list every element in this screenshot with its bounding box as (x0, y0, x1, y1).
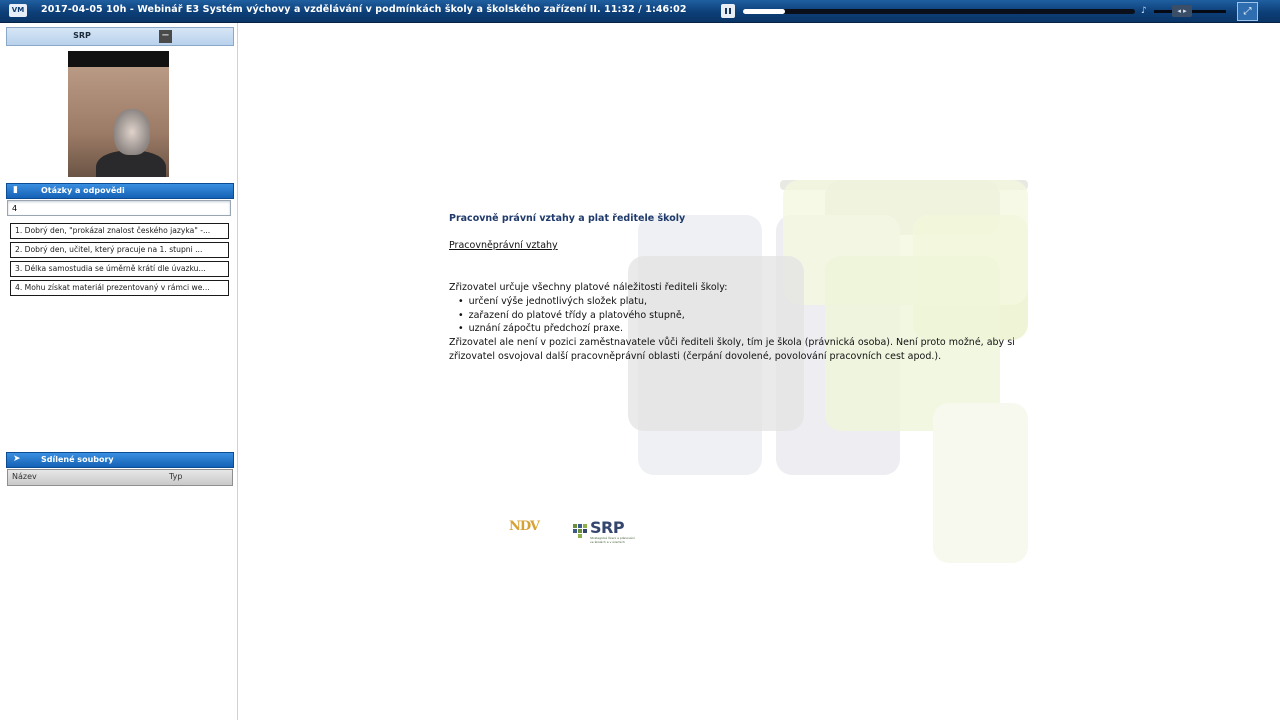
files-panel-header[interactable]: ➤ Sdílené soubory (6, 452, 234, 468)
srp-logo-subtitle: Strategické řízení a plánování ve školác… (590, 536, 635, 544)
slide-decoration (933, 403, 1028, 563)
seek-progress (743, 9, 786, 14)
srp-logo-mark (578, 524, 582, 528)
video-presenter-head (114, 109, 150, 155)
srp-logo-mark (578, 529, 582, 533)
column-name[interactable]: Název (12, 472, 37, 481)
column-type[interactable]: Typ (169, 472, 182, 481)
volume-knob[interactable]: ◂ ▸ (1172, 5, 1192, 17)
slide-paragraph: Zřizovatel ale není v pozici zaměstnavat… (449, 337, 1015, 362)
srp-logo-mark (578, 534, 582, 538)
player-toolbar: VM 2017-04-05 10h - Webinář E3 Systém vý… (0, 0, 1280, 23)
srp-logo-mark (573, 529, 577, 533)
fullscreen-button[interactable]: ⤢ (1237, 2, 1258, 21)
left-sidebar: SRP − ▮ Otázky a odpovědi 4 1. Dobrý den… (0, 23, 238, 720)
srp-logo-mark (583, 529, 587, 533)
presenter-video (68, 51, 169, 177)
files-panel-title: Sdílené soubory (41, 455, 114, 464)
webinar-title: 2017-04-05 10h - Webinář E3 Systém výcho… (41, 4, 687, 15)
question-item[interactable]: 3. Délka samostudia se úměrně krátí dle … (10, 261, 229, 277)
ndv-logo: NDV (509, 519, 543, 545)
question-item[interactable]: 1. Dobrý den, "prokázal znalost českého … (10, 223, 229, 239)
fullscreen-icon: ⤢ (1243, 6, 1252, 17)
presenter-panel-title: SRP (73, 31, 91, 40)
share-icon: ➤ (13, 454, 21, 464)
speaker-icon[interactable]: ♪ (1141, 6, 1151, 16)
files-table-header: Název Typ (7, 469, 233, 486)
ndv-logo-text: NDV (509, 519, 540, 534)
slide-title: Pracovně právní vztahy a plat ředitele š… (449, 213, 686, 224)
srp-logo: SRP Strategické řízení a plánování ve šk… (573, 518, 635, 548)
slide-intro: Zřizovatel určuje všechny platové náleži… (449, 282, 728, 293)
presenter-panel-header: SRP − (6, 27, 234, 46)
srp-logo-mark (583, 524, 587, 528)
question-list: 1. Dobrý den, "prokázal znalost českého … (10, 223, 229, 299)
speech-bubble-icon: ▮ (13, 185, 18, 195)
question-item[interactable]: 2. Dobrý den, učitel, který pracuje na 1… (10, 242, 229, 258)
slide-bullet-list: určení výše jednotlivých složek platu, z… (458, 295, 685, 336)
minimize-button[interactable]: − (159, 30, 172, 43)
srp-logo-mark (573, 524, 577, 528)
srp-logo-text: SRP (590, 518, 625, 537)
question-input[interactable]: 4 (7, 200, 231, 216)
slide-subtitle: Pracovněprávní vztahy (449, 240, 558, 251)
pause-button[interactable] (721, 4, 735, 18)
app-logo-icon: VM (9, 4, 27, 17)
qa-panel-title: Otázky a odpovědi (41, 186, 125, 195)
presentation-slide: Pracovně právní vztahy a plat ředitele š… (238, 23, 1280, 720)
pause-icon (729, 8, 731, 14)
bullet-item: určení výše jednotlivých složek platu, (458, 295, 685, 309)
seek-bar[interactable] (743, 9, 1135, 14)
bullet-item: zařazení do platové třídy a platového st… (458, 309, 685, 323)
question-item[interactable]: 4. Mohu získat materiál prezentovaný v r… (10, 280, 229, 296)
qa-panel-header[interactable]: ▮ Otázky a odpovědi (6, 183, 234, 199)
bullet-item: uznání zápočtu předchozí praxe. (458, 322, 685, 336)
pause-icon (725, 8, 727, 14)
